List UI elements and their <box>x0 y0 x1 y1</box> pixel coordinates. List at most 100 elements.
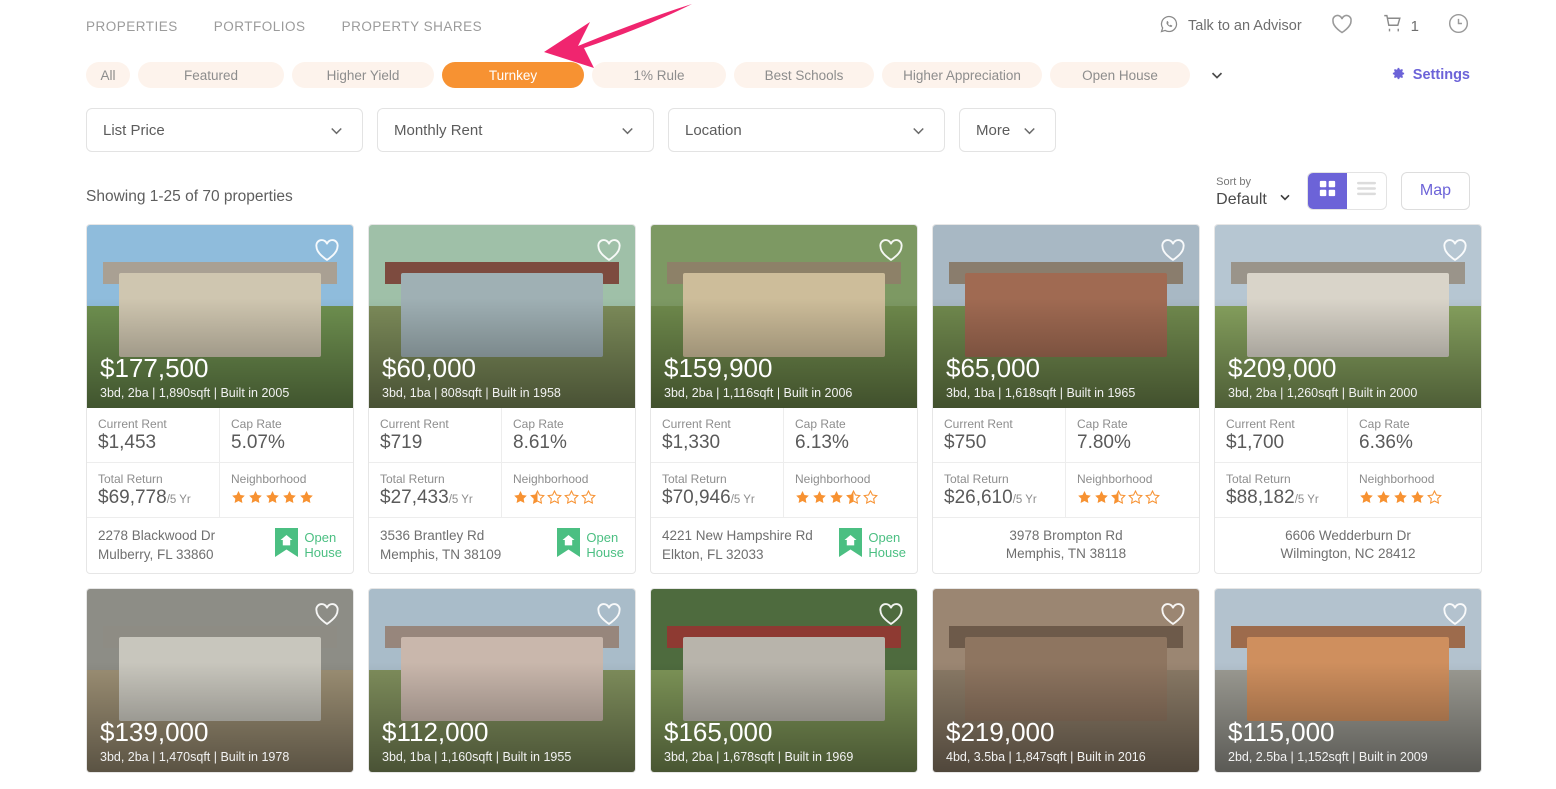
property-card[interactable]: $60,000 3bd, 1ba | 808sqft | Built in 19… <box>368 224 636 574</box>
property-price: $60,000 <box>382 353 476 384</box>
property-photo[interactable]: $112,000 3bd, 1ba | 1,160sqft | Built in… <box>369 589 635 772</box>
property-specs: 3bd, 2ba | 1,890sqft | Built in 2005 <box>100 386 290 400</box>
nav-link-properties[interactable]: PROPERTIES <box>86 19 178 34</box>
pill-open-house[interactable]: Open House <box>1050 62 1190 88</box>
property-stats: Current Rent $719 Cap Rate 8.61% Total R… <box>369 408 635 518</box>
settings-button[interactable]: Settings <box>1391 66 1470 85</box>
stat-current-rent-value: $1,330 <box>662 432 721 453</box>
property-photo[interactable]: $115,000 2bd, 2.5ba | 1,152sqft | Built … <box>1215 589 1481 772</box>
stat-total-return-label: Total Return <box>1226 472 1291 486</box>
favorite-heart-icon[interactable] <box>313 237 341 268</box>
stat-cap-rate: Cap Rate 6.36% <box>1348 408 1481 463</box>
pill-best-schools[interactable]: Best Schools <box>734 62 874 88</box>
stat-total-return-value: $26,610/5 Yr <box>944 487 1037 508</box>
stat-cap-rate-label: Cap Rate <box>1359 417 1410 431</box>
talk-to-advisor-button[interactable]: Talk to an Advisor <box>1159 14 1302 39</box>
pill-higher-yield[interactable]: Higher Yield <box>292 62 434 88</box>
favorite-heart-icon[interactable] <box>877 601 905 632</box>
filter-more[interactable]: More <box>959 108 1056 152</box>
stat-current-rent-value: $750 <box>944 432 987 453</box>
stat-current-rent-label: Current Rent <box>944 417 1013 431</box>
property-price: $159,900 <box>664 353 773 384</box>
stat-cap-rate-value: 6.13% <box>795 432 849 453</box>
favorite-heart-icon[interactable] <box>1159 601 1187 632</box>
stat-current-rent: Current Rent $719 <box>369 408 502 463</box>
filter-monthly-rent[interactable]: Monthly Rent <box>377 108 654 152</box>
top-navigation: PROPERTIES PORTFOLIOS PROPERTY SHARES Ta… <box>0 0 1556 52</box>
favorite-heart-icon[interactable] <box>595 237 623 268</box>
stat-neighborhood: Neighborhood <box>1348 463 1481 518</box>
property-photo[interactable]: $139,000 3bd, 2ba | 1,470sqft | Built in… <box>87 589 353 772</box>
favorite-heart-icon[interactable] <box>595 601 623 632</box>
open-house-label: Open House <box>868 529 906 560</box>
property-card[interactable]: $159,900 3bd, 2ba | 1,116sqft | Built in… <box>650 224 918 574</box>
stat-neighborhood: Neighborhood <box>784 463 917 518</box>
pill-featured[interactable]: Featured <box>138 62 284 88</box>
property-card[interactable]: $112,000 3bd, 1ba | 1,160sqft | Built in… <box>368 588 636 773</box>
property-price: $112,000 <box>382 717 489 748</box>
property-card[interactable]: $209,000 3bd, 2ba | 1,260sqft | Built in… <box>1214 224 1482 574</box>
property-photo[interactable]: $209,000 3bd, 2ba | 1,260sqft | Built in… <box>1215 225 1481 408</box>
favorite-heart-icon[interactable] <box>1159 237 1187 268</box>
chevron-down-icon <box>618 121 637 140</box>
sort-by-dropdown[interactable]: Sort by Default <box>1216 176 1293 210</box>
property-address-row: 3536 Brantley Rd Memphis, TN 38109 Open Ho… <box>369 518 635 573</box>
property-specs: 3bd, 1ba | 808sqft | Built in 1958 <box>382 386 561 400</box>
history-button[interactable] <box>1447 12 1470 40</box>
pill-one-percent-rule[interactable]: 1% Rule <box>592 62 726 88</box>
property-photo[interactable]: $60,000 3bd, 1ba | 808sqft | Built in 19… <box>369 225 635 408</box>
stat-cap-rate-value: 6.36% <box>1359 432 1413 453</box>
favorite-heart-icon[interactable] <box>1441 237 1469 268</box>
stat-neighborhood: Neighborhood <box>220 463 353 518</box>
stat-neighborhood-label: Neighborhood <box>1077 472 1153 486</box>
chevron-down-icon <box>327 121 346 140</box>
favorite-heart-icon[interactable] <box>313 601 341 632</box>
view-toggle <box>1306 172 1387 210</box>
property-card[interactable]: $115,000 2bd, 2.5ba | 1,152sqft | Built … <box>1214 588 1482 773</box>
nav-link-portfolios[interactable]: PORTFOLIOS <box>214 19 306 34</box>
map-button[interactable]: Map <box>1400 172 1470 210</box>
property-card[interactable]: $165,000 3bd, 2ba | 1,678sqft | Built in… <box>650 588 918 773</box>
filter-list-price-label: List Price <box>103 121 165 139</box>
favorites-button[interactable] <box>1330 13 1354 40</box>
cart-button[interactable]: 1 <box>1382 13 1419 39</box>
open-house-badge[interactable]: Open House <box>274 527 342 564</box>
property-photo[interactable]: $159,900 3bd, 2ba | 1,116sqft | Built in… <box>651 225 917 408</box>
property-photo[interactable]: $65,000 3bd, 1ba | 1,618sqft | Built in … <box>933 225 1199 408</box>
open-house-badge[interactable]: Open House <box>838 527 906 564</box>
stat-total-return-label: Total Return <box>944 472 1009 486</box>
property-price-block: $165,000 3bd, 2ba | 1,678sqft | Built in… <box>664 717 853 764</box>
favorite-heart-icon[interactable] <box>1441 601 1469 632</box>
property-price-block: $159,900 3bd, 2ba | 1,116sqft | Built in… <box>664 353 853 400</box>
stat-total-return: Total Return $88,182/5 Yr <box>1215 463 1348 518</box>
filter-location[interactable]: Location <box>668 108 945 152</box>
property-price-block: $65,000 3bd, 1ba | 1,618sqft | Built in … <box>946 353 1135 400</box>
stat-current-rent-value: $719 <box>380 432 423 453</box>
list-view-button[interactable] <box>1347 173 1386 209</box>
property-card[interactable]: $219,000 4bd, 3.5ba | 1,847sqft | Built … <box>932 588 1200 773</box>
pill-higher-appreciation[interactable]: Higher Appreciation <box>882 62 1042 88</box>
pill-turnkey[interactable]: Turnkey <box>442 62 584 88</box>
nav-link-property-shares[interactable]: PROPERTY SHARES <box>342 19 483 34</box>
property-card[interactable]: $65,000 3bd, 1ba | 1,618sqft | Built in … <box>932 224 1200 574</box>
property-photo[interactable]: $177,500 3bd, 2ba | 1,890sqft | Built in… <box>87 225 353 408</box>
stat-cap-rate: Cap Rate 8.61% <box>502 408 635 463</box>
property-price-block: $60,000 3bd, 1ba | 808sqft | Built in 19… <box>382 353 561 400</box>
filter-location-label: Location <box>685 121 742 139</box>
chevron-down-icon[interactable] <box>1208 66 1226 84</box>
filter-list-price[interactable]: List Price <box>86 108 363 152</box>
pill-all[interactable]: All <box>86 62 130 88</box>
property-specs: 3bd, 2ba | 1,116sqft | Built in 2006 <box>664 386 853 400</box>
stat-total-return-value: $69,778/5 Yr <box>98 487 191 508</box>
open-house-badge[interactable]: Open House <box>556 527 624 564</box>
neighborhood-star-rating <box>231 490 342 505</box>
property-photo[interactable]: $219,000 4bd, 3.5ba | 1,847sqft | Built … <box>933 589 1199 772</box>
property-card[interactable]: $139,000 3bd, 2ba | 1,470sqft | Built in… <box>86 588 354 773</box>
stat-current-rent-label: Current Rent <box>1226 417 1295 431</box>
property-address: 3536 Brantley Rd Memphis, TN 38109 <box>380 528 502 562</box>
property-photo[interactable]: $165,000 3bd, 2ba | 1,678sqft | Built in… <box>651 589 917 772</box>
property-card[interactable]: $177,500 3bd, 2ba | 1,890sqft | Built in… <box>86 224 354 574</box>
house-ribbon-icon <box>556 527 581 564</box>
favorite-heart-icon[interactable] <box>877 237 905 268</box>
grid-view-button[interactable] <box>1307 173 1347 209</box>
